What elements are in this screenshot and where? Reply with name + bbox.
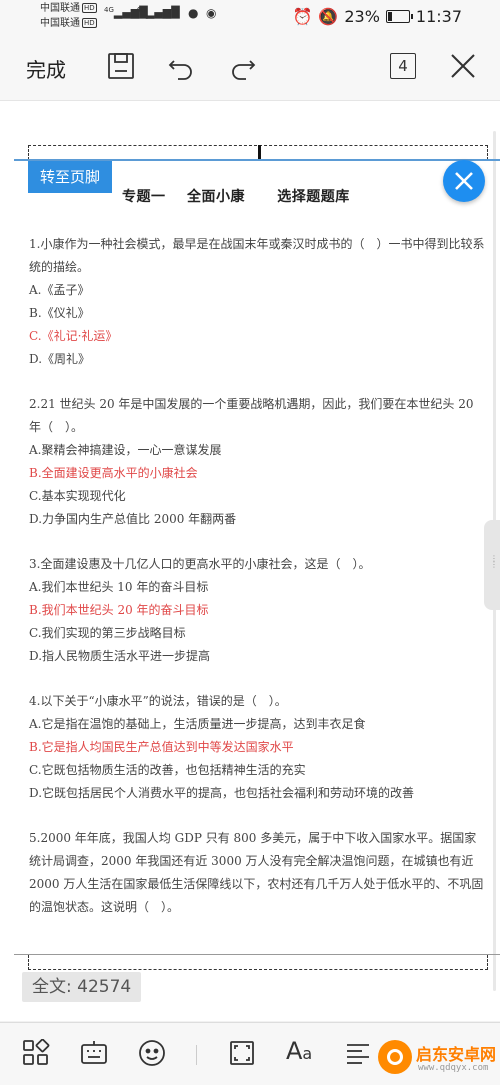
notification-bell-icon: ●: [188, 6, 199, 20]
question-option: D.它既包括居民个人消费水平的提高，也包括社会福利和劳动环境的改善: [29, 786, 415, 800]
message-icon: ◉: [206, 6, 217, 20]
question-gap: [29, 531, 487, 553]
emoji-icon[interactable]: [138, 1039, 168, 1069]
question-stem: 2.21 世纪头 20 年是中国发展的一个重要战略机遇期，因此，我们要在本世纪头…: [29, 397, 474, 434]
question-option: C.基本实现现代化: [29, 489, 126, 503]
close-icon: [455, 172, 473, 190]
question-option: B.它是指人均国民生产总值达到中等发达国家水平: [29, 740, 294, 754]
goto-footer-button[interactable]: 转至页脚: [28, 161, 112, 193]
question-option: C.它既包括物质生活的改善，也包括精神生活的充实: [29, 763, 306, 777]
apps-icon[interactable]: [22, 1038, 52, 1069]
document-title: 专题一 全面小康 选择题题库: [122, 189, 350, 205]
question-option: B.全面建设更高水平的小康社会: [29, 466, 198, 480]
mute-icon: 🔕: [318, 7, 339, 26]
question-gap: [29, 668, 487, 690]
close-icon[interactable]: [448, 51, 478, 81]
question-option: B.《仪礼》: [29, 306, 90, 320]
question-stem: 4.以下关于“小康水平”的说法，错误的是（ ）。: [29, 694, 287, 708]
question-option: A.我们本世纪头 10 年的奋斗目标: [29, 580, 209, 594]
text-cursor: [258, 145, 261, 159]
status-right: ⏰ 🔕 23% 11:37: [292, 7, 462, 26]
wifi-icon: ◠: [168, 6, 180, 21]
question-option: C.《礼记·礼运》: [29, 329, 118, 343]
watermark-name: 启东安卓网: [416, 1045, 497, 1064]
question-item[interactable]: 5.2000 年年底，我国人均 GDP 只有 800 多美元，属于中下收入国家水…: [29, 827, 487, 919]
font-style-button[interactable]: Aa: [286, 1037, 312, 1065]
word-count-badge: 全文: 42574: [22, 972, 142, 1002]
question-option: A.它是指在温饱的基础上，生活质量进一步提高，达到丰衣足食: [29, 717, 366, 731]
watermark-url: www.qdqyx.com: [418, 1063, 489, 1073]
question-stem: 3.全面建设惠及十几亿人口的更高水平的小康社会，这是（ ）。: [29, 557, 371, 571]
question-option: C.我们实现的第三步战略目标: [29, 626, 186, 640]
battery-icon: [385, 10, 413, 23]
toolbar-separator: [196, 1045, 197, 1065]
watermark-logo-icon: [378, 1040, 412, 1074]
question-option: D.《周礼》: [29, 352, 91, 366]
undo-icon[interactable]: [166, 51, 196, 81]
alarm-icon: ⏰: [292, 7, 313, 26]
question-item[interactable]: 3.全面建设惠及十几亿人口的更高水平的小康社会，这是（ ）。 A.我们本世纪头 1…: [29, 553, 487, 668]
status-bar: 中国联通 HD 中国联通 HD 4G▂▄▆█ 4G▂▄▆█ ◠ ● ◉ ⏰ 🔕 23…: [0, 0, 500, 34]
question-stem: 5.2000 年年底，我国人均 GDP 只有 800 多美元，属于中下收入国家水…: [29, 831, 484, 914]
question-item[interactable]: 2.21 世纪头 20 年是中国发展的一个重要战略机遇期，因此，我们要在本世纪头…: [29, 393, 487, 531]
editor-toolbar: 完成 4: [0, 34, 500, 101]
carrier-1: 中国联通 HD: [40, 3, 97, 14]
footer-area[interactable]: [28, 955, 488, 970]
paragraph-align-icon[interactable]: [344, 1039, 374, 1069]
keyboard-icon[interactable]: [80, 1039, 110, 1069]
battery-percent: 23%: [344, 7, 380, 26]
question-option: A.《孟子》: [29, 283, 90, 297]
close-header-button[interactable]: [443, 160, 485, 202]
save-icon[interactable]: [106, 51, 136, 81]
question-list[interactable]: 1.小康作为一种社会模式，最早是在战国末年或秦汉时成书的（ ）一书中得到比较系统…: [29, 233, 487, 919]
question-stem: 1.小康作为一种社会模式，最早是在战国末年或秦汉时成书的（ ）一书中得到比较系统…: [29, 237, 485, 274]
fullscreen-icon[interactable]: [228, 1039, 258, 1069]
question-gap: [29, 805, 487, 827]
document-page[interactable]: 转至页脚 专题一 全面小康 选择题题库 1.小康作为一种社会模式，最早是在战国末…: [0, 101, 500, 1021]
question-option: A.聚精会神搞建设，一心一意谋发展: [29, 443, 222, 457]
page-count-button[interactable]: 4: [390, 53, 416, 79]
question-option: D.力争国内生产总值比 2000 年翻两番: [29, 512, 237, 526]
question-item[interactable]: 4.以下关于“小康水平”的说法，错误的是（ ）。 A.它是指在温饱的基础上，生活质…: [29, 690, 487, 805]
site-watermark: 启东安卓网 www.qdqyx.com: [378, 1038, 500, 1084]
question-option: D.指人民物质生活水平进一步提高: [29, 649, 211, 663]
clock: 11:37: [415, 7, 462, 26]
carrier-2: 中国联通 HD: [40, 18, 97, 29]
question-item[interactable]: 1.小康作为一种社会模式，最早是在战国末年或秦汉时成书的（ ）一书中得到比较系统…: [29, 233, 487, 371]
question-option: B.我们本世纪头 20 年的奋斗目标: [29, 603, 209, 617]
done-button[interactable]: 完成: [26, 54, 66, 83]
redo-icon[interactable]: [228, 51, 258, 81]
battery-fill: [387, 12, 393, 21]
side-drawer-handle[interactable]: ⋮ ⋮: [484, 520, 500, 610]
question-gap: [29, 371, 487, 393]
